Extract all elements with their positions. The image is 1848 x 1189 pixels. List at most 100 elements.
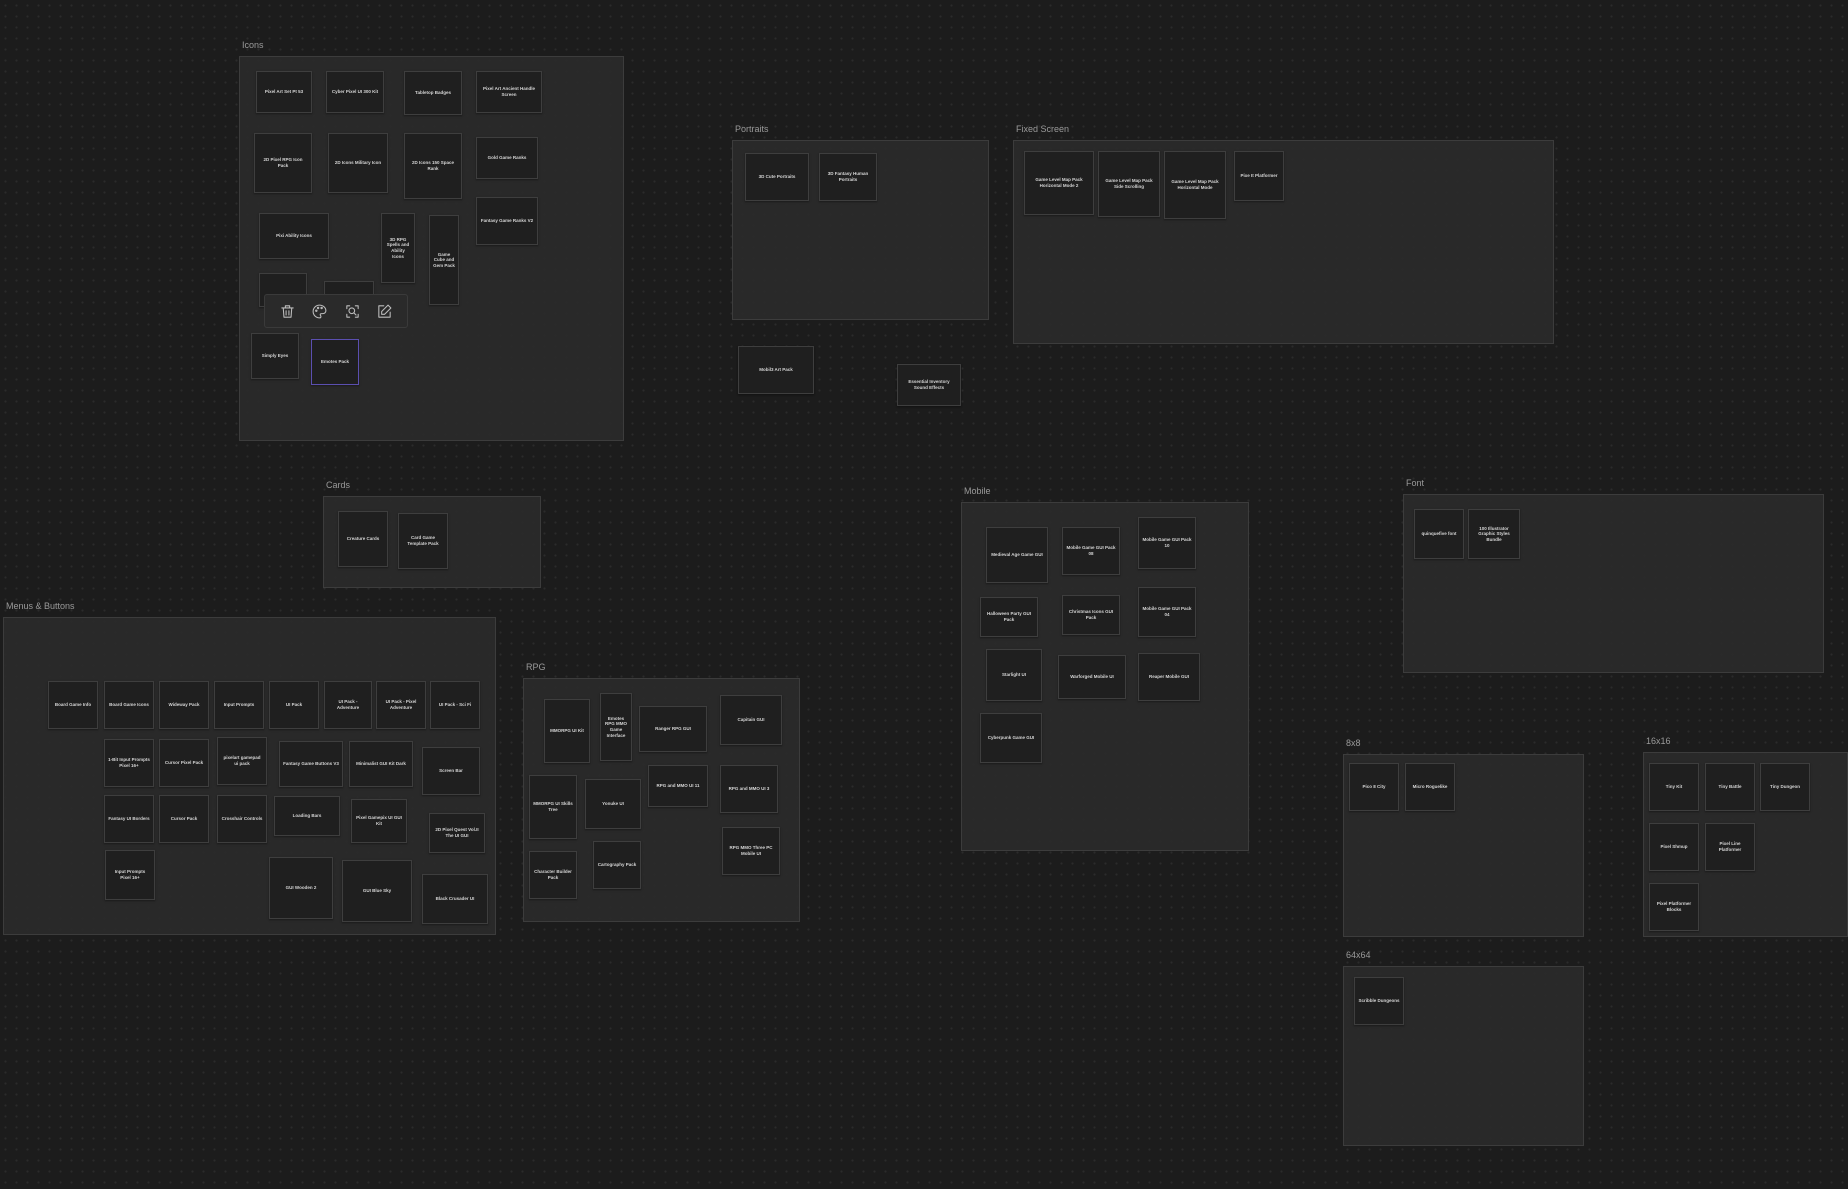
asset-card[interactable]: RPG MMO Three PC Mobile UI [722, 827, 780, 875]
asset-card[interactable]: UI Pack - Pixel Adventure [376, 681, 426, 729]
group-label: 8x8 [1346, 738, 1361, 748]
asset-card-selected[interactable]: Emotes Pack [311, 339, 359, 385]
group-menus-buttons[interactable]: Menus & Buttons Board Game Info Board Ga… [3, 601, 496, 935]
asset-card[interactable]: Halloween Party GUI Pack [980, 597, 1038, 637]
asset-card[interactable]: Fantasy UI Borders [104, 795, 154, 843]
asset-card[interactable]: 2D Icons Military Icon [328, 133, 388, 193]
asset-card[interactable]: Emotes RPG MMO Game Interface [600, 693, 632, 761]
selection-toolbar [264, 294, 408, 328]
asset-card[interactable]: Pixel Art Ancient Handle Screen [476, 71, 542, 113]
asset-card[interactable]: Board Game Info [48, 681, 98, 729]
asset-card[interactable]: Cartography Pack [593, 841, 641, 889]
asset-card[interactable]: Simply Eyes [251, 333, 299, 379]
zoom-search-icon[interactable] [342, 301, 362, 321]
asset-card[interactable]: 2D Pixel RPG Icon Pack [254, 133, 312, 193]
asset-card[interactable]: Tiny Battle [1705, 763, 1755, 811]
asset-card[interactable]: Fantasy Game Buttons V3 [279, 741, 343, 787]
asset-card[interactable]: Cyber Pixel UI 300 Kit [326, 71, 384, 113]
asset-card[interactable]: Gold Game Ranks [476, 137, 538, 179]
asset-card[interactable]: RPG and MMO UI 11 [648, 765, 708, 807]
asset-card[interactable]: Card Game Template Pack [398, 513, 448, 569]
asset-card[interactable]: Pixe It Platformer [1234, 151, 1284, 201]
asset-card[interactable]: Tiny Kit [1649, 763, 1699, 811]
asset-card[interactable]: Essential Inventory Sound Effects [897, 364, 961, 406]
trash-icon[interactable] [277, 301, 297, 321]
asset-card[interactable]: Pixel Gamepix UI GUI Kit [351, 799, 407, 843]
asset-card[interactable]: RPG and MMO UI 3 [720, 765, 778, 813]
asset-card[interactable]: Screen Bar [422, 747, 480, 795]
asset-card[interactable]: Reaper Mobile GUI [1138, 653, 1200, 701]
asset-card[interactable]: Cyberpunk Game GUI [980, 713, 1042, 763]
asset-card[interactable]: Fantasy Game Ranks V2 [476, 197, 538, 245]
group-rpg[interactable]: RPG MMORPG UI Kit Emotes RPG MMO Game In… [523, 662, 800, 922]
asset-card[interactable]: Board Game Icons [104, 681, 154, 729]
asset-card[interactable]: Cursor Pixel Pack [159, 739, 209, 787]
asset-card[interactable]: Ranger RPG GUI [639, 706, 707, 752]
asset-card[interactable]: Pico 8 City [1349, 763, 1399, 811]
asset-card[interactable]: Cursor Pack [159, 795, 209, 843]
group-fixed-screen[interactable]: Fixed Screen Game Level Map Pack Horizon… [1013, 124, 1554, 344]
asset-card[interactable]: MMORPG UI Kit [544, 699, 590, 763]
palette-icon[interactable] [310, 301, 330, 321]
asset-card[interactable]: Creature Cards [338, 511, 388, 567]
asset-card[interactable]: Medieval Age Game GUI [986, 527, 1048, 583]
asset-card[interactable]: Micro Roguelike [1405, 763, 1455, 811]
group-cards[interactable]: Cards Creature Cards Card Game Template … [323, 480, 541, 588]
group-label: 64x64 [1346, 950, 1371, 960]
asset-card[interactable]: Minimalist GUI Kit Dark [349, 741, 413, 787]
asset-card[interactable]: Capitain GUI [720, 695, 782, 745]
asset-card[interactable]: Input Prompts [214, 681, 264, 729]
group-64x64[interactable]: 64x64 Scribble Dungeons [1343, 950, 1584, 1146]
asset-card[interactable]: Crosshair Controls [217, 795, 267, 843]
group-label: Portraits [735, 124, 769, 134]
asset-card[interactable]: GUI Blue Sky [342, 860, 412, 922]
asset-card[interactable]: Input Prompts Pixel 16+ [105, 850, 155, 900]
asset-card[interactable]: Pixel Art Set Pt 53 [256, 71, 312, 113]
asset-card[interactable]: Character Builder Pack [529, 851, 577, 899]
asset-card[interactable]: Yonuke UI [585, 779, 641, 829]
asset-card[interactable]: 2D Pixel Quest Vol.II The UI GUI [429, 813, 485, 853]
asset-card[interactable]: Game Level Map Pack Horizontal Mode [1164, 151, 1226, 219]
asset-card[interactable]: 3D RPG Spells and Ability Icons [381, 213, 415, 283]
asset-card[interactable]: Mobil3 Art Pack [738, 346, 814, 394]
asset-card[interactable]: UI Pack [269, 681, 319, 729]
asset-card[interactable]: Pixi Ability Icons [259, 213, 329, 259]
asset-card[interactable]: Christmas Icons GUI Pack [1062, 595, 1120, 635]
asset-card[interactable]: Game Level Map Pack Horizontal Mode 2 [1024, 151, 1094, 215]
asset-card[interactable]: UI Pack - Sci Fi [430, 681, 480, 729]
asset-card[interactable]: UI Pack - Adventure [324, 681, 372, 729]
asset-card[interactable]: Black Crusader UI [422, 874, 488, 924]
group-mobile[interactable]: Mobile Medieval Age Game GUI Mobile Game… [961, 486, 1249, 851]
asset-card[interactable]: pixelart gamepad ui pack [217, 737, 267, 785]
asset-card[interactable]: 100 Illustrator Graphic Styles Bundle [1468, 509, 1520, 559]
asset-card[interactable]: GUI Wooden 2 [269, 857, 333, 919]
asset-card[interactable]: Pixel Platformer Blocks [1649, 883, 1699, 931]
group-font[interactable]: Font quinquefive font 100 Illustrator Gr… [1403, 478, 1824, 673]
group-portraits[interactable]: Portraits 3D Cute Portraits 3D Fantasy H… [732, 124, 989, 320]
asset-card[interactable]: 2D Icons 150 Space Rank [404, 133, 462, 199]
asset-card[interactable]: Mobile Game GUI Pack 10 [1138, 517, 1196, 569]
asset-card[interactable]: 1-Bit Input Prompts Pixel 16+ [104, 739, 154, 787]
asset-card[interactable]: Pixel Shmup [1649, 823, 1699, 871]
edit-icon[interactable] [375, 301, 395, 321]
asset-card[interactable]: Loading Bars [274, 796, 340, 836]
asset-card[interactable]: Mobile Game GUI Pack 08 [1062, 527, 1120, 575]
asset-card[interactable]: quinquefive font [1414, 509, 1464, 559]
asset-card[interactable]: Warforged Mobile UI [1058, 655, 1126, 699]
group-icons[interactable]: Icons Pixel Art Set Pt 53 Cyber Pixel UI… [239, 40, 624, 441]
asset-card[interactable]: Game Cube and Gem Pack [429, 215, 459, 305]
asset-card[interactable]: Wideway Pack [159, 681, 209, 729]
asset-card[interactable]: MMORPG UI Skills Tree [529, 775, 577, 839]
group-label: Fixed Screen [1016, 124, 1070, 134]
asset-card[interactable]: Mobile Game GUI Pack 04 [1138, 587, 1196, 637]
group-8x8[interactable]: 8x8 Pico 8 City Micro Roguelike [1343, 738, 1584, 937]
asset-card[interactable]: Game Level Map Pack Side Scrolling [1098, 151, 1160, 217]
asset-card[interactable]: Tiny Dungeon [1760, 763, 1810, 811]
asset-card[interactable]: Pixel Line Platformer [1705, 823, 1755, 871]
asset-card[interactable]: Scribble Dungeons [1354, 977, 1404, 1025]
asset-card[interactable]: Tabletop Badges [404, 71, 462, 115]
asset-card[interactable]: 3D Cute Portraits [745, 153, 809, 201]
asset-card[interactable]: 3D Fantasy Human Portraits [819, 153, 877, 201]
asset-card[interactable]: Starlight UI [986, 649, 1042, 701]
group-16x16[interactable]: 16x16 Tiny Kit Tiny Battle Tiny Dungeon … [1643, 736, 1848, 937]
